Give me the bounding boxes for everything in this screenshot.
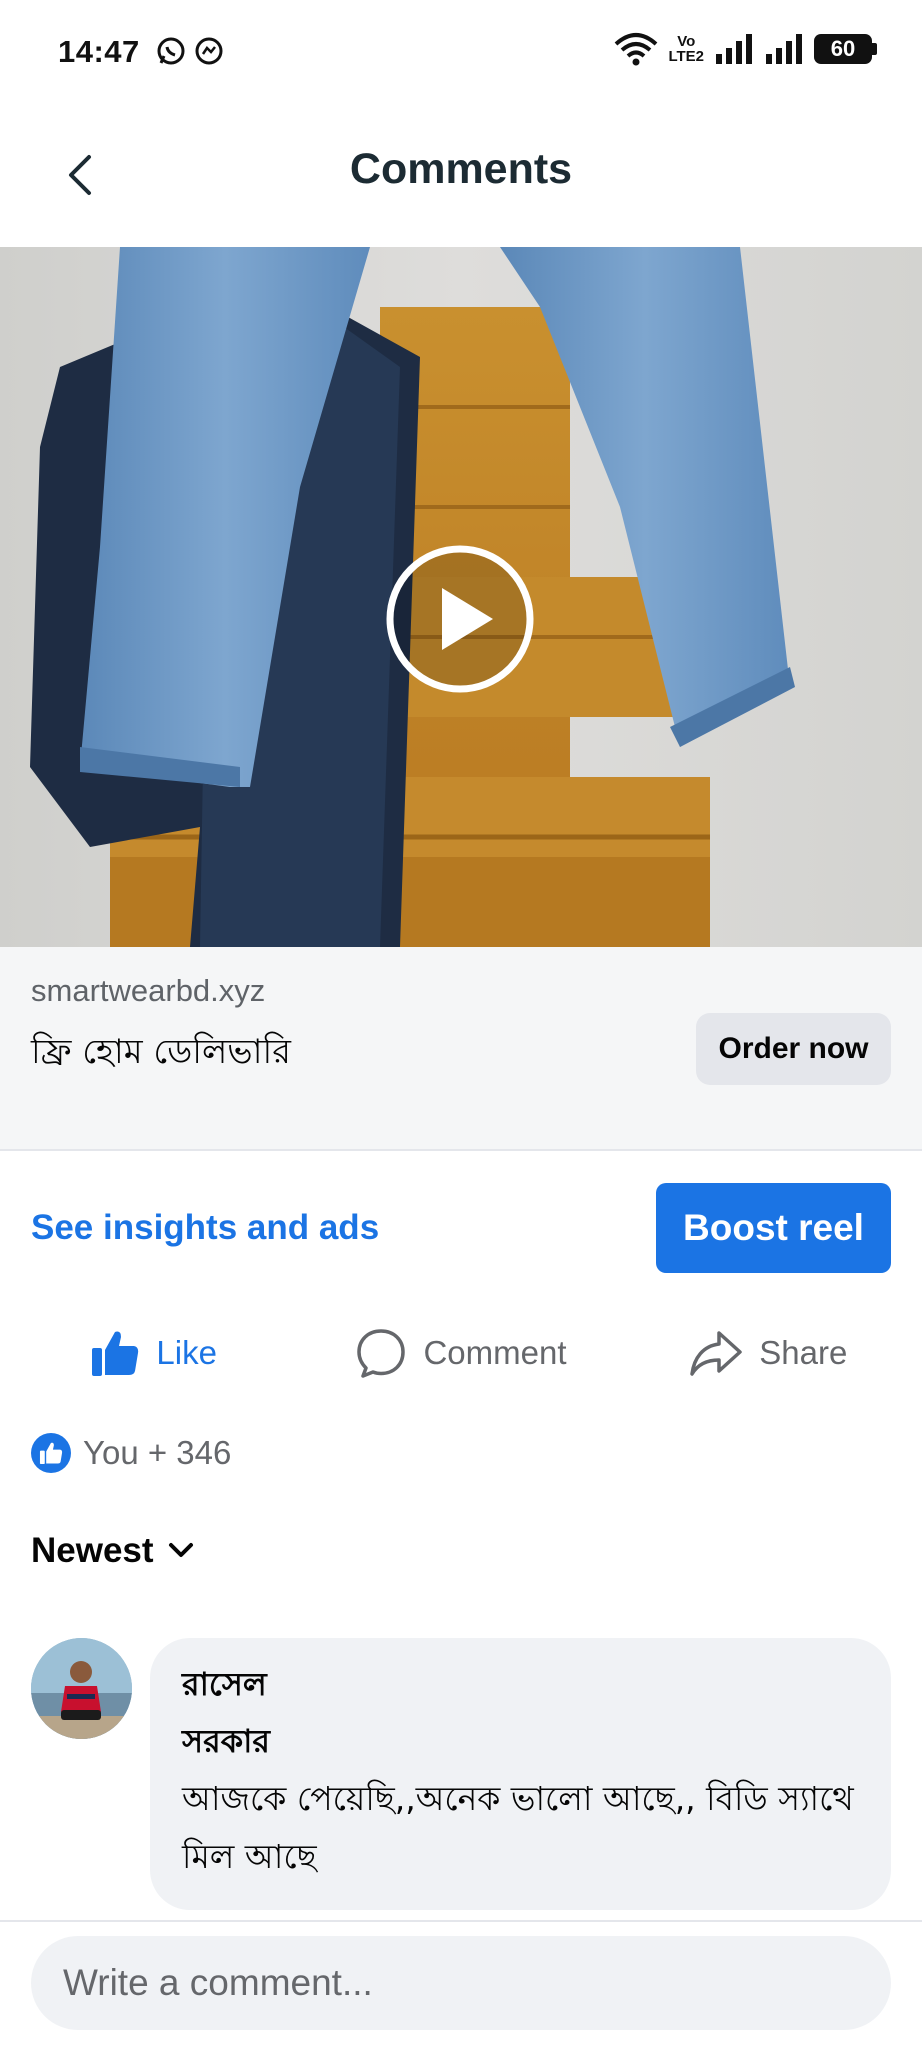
volte-bottom-label: LTE2 [668, 48, 704, 65]
battery-icon: 60 [814, 34, 877, 64]
ad-info-strip[interactable]: smartwearbd.xyz ফ্রি হোম ডেলিভারি Order … [0, 947, 922, 1151]
comment-author[interactable]: রাসেল সরকার [182, 1656, 322, 1770]
status-time: 14:47 [58, 34, 140, 69]
comment-button[interactable]: Comment [307, 1290, 614, 1415]
thumbs-up-icon [92, 1331, 139, 1376]
see-insights-link[interactable]: See insights and ads [31, 1208, 379, 1248]
post-action-bar: Like Comment Share [0, 1290, 922, 1415]
order-now-button[interactable]: Order now [696, 1013, 891, 1085]
signal-sim1-icon [716, 34, 752, 64]
ad-headline: ফ্রি হোম ডেলিভারি [31, 1032, 291, 1072]
volte-top-label: Vo [677, 33, 696, 50]
chevron-down-icon [168, 1543, 193, 1557]
header: Comments [0, 105, 922, 247]
sort-dropdown[interactable]: Newest [31, 1531, 194, 1571]
comment-label: Comment [423, 1333, 567, 1371]
volte-indicator: Vo LTE2 [668, 34, 704, 64]
avatar[interactable] [31, 1638, 132, 1739]
share-arrow-icon [690, 1330, 743, 1376]
status-system-icons: Vo LTE2 60 [614, 32, 877, 66]
status-bar: 14:47 Vo LTE2 60 [0, 0, 922, 105]
like-reaction-icon [31, 1433, 71, 1473]
comment-bubble-icon [357, 1328, 406, 1378]
comment-text: আজকে পেয়েছি,,অনেক ভালো আছে,, বিডি স্যাথ… [182, 1779, 854, 1876]
status-notification-icons [156, 36, 224, 66]
messenger-icon [195, 37, 223, 65]
play-button[interactable] [385, 544, 535, 694]
like-label: Like [156, 1333, 217, 1371]
ad-domain: smartwearbd.xyz [31, 973, 266, 1008]
reel-video[interactable] [0, 247, 922, 947]
share-label: Share [759, 1333, 848, 1371]
page-title: Comments [349, 145, 573, 193]
boost-reel-button[interactable]: Boost reel [656, 1183, 891, 1273]
signal-sim2-icon [766, 34, 802, 64]
composer-divider [0, 1920, 922, 1922]
share-button[interactable]: Share [615, 1290, 922, 1415]
comment-input[interactable]: Write a comment... [31, 1936, 891, 2030]
reactions-count: You + 346 [83, 1434, 232, 1471]
whatsapp-icon [157, 37, 185, 65]
wifi-icon [615, 33, 658, 66]
comment-bubble[interactable]: রাসেল সরকার আজকে পেয়েছি,,অনেক ভালো আছে,… [150, 1638, 891, 1910]
sort-label: Newest [31, 1531, 154, 1570]
like-button[interactable]: Like [0, 1290, 307, 1415]
reactions-summary[interactable]: You + 346 [31, 1433, 231, 1473]
